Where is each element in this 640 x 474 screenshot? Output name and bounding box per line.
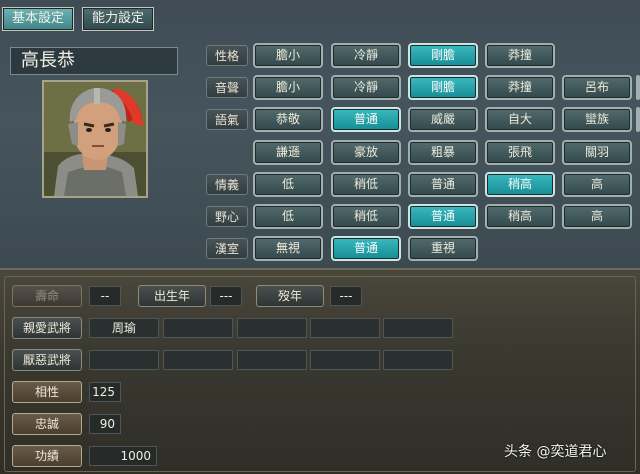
row-label-han: 漢室 — [206, 238, 248, 259]
liked-generals-label: 親愛武將 — [12, 317, 82, 339]
option-voice-reckless[interactable]: 莽撞 — [485, 75, 555, 100]
general-portrait — [42, 80, 148, 198]
option-personality-bold[interactable]: 剛膽 — [408, 43, 478, 68]
row-label-ambition: 野心 — [206, 206, 248, 227]
liked-general-slot-1[interactable]: 周瑜 — [89, 318, 159, 338]
option-tone-barbarian[interactable]: 蠻族 — [562, 107, 632, 132]
option-loyalty-slightly-high[interactable]: 稍高 — [485, 172, 555, 197]
option-ambition-low[interactable]: 低 — [253, 204, 323, 229]
option-personality-calm[interactable]: 冷靜 — [331, 43, 401, 68]
option-loyalty-high[interactable]: 高 — [562, 172, 632, 197]
row-label-loyalty: 情義 — [206, 174, 248, 195]
tab-ability-settings[interactable]: 能力設定 — [82, 7, 154, 31]
option-voice-overflow[interactable] — [636, 75, 640, 100]
option-tone-zhangfei[interactable]: 張飛 — [485, 140, 555, 165]
option-loyalty-low[interactable]: 低 — [253, 172, 323, 197]
option-voice-timid[interactable]: 膽小 — [253, 75, 323, 100]
option-tone-respectful[interactable]: 恭敬 — [253, 107, 323, 132]
birth-year-label: 出生年 — [138, 285, 206, 307]
option-tone-normal[interactable]: 普通 — [331, 107, 401, 132]
option-personality-timid[interactable]: 膽小 — [253, 43, 323, 68]
birth-year-value: --- — [210, 286, 242, 306]
compatibility-button[interactable]: 相性 — [12, 381, 82, 403]
row-label-voice: 音聲 — [206, 77, 248, 98]
disliked-general-slot-1[interactable] — [89, 350, 159, 370]
option-han-value[interactable]: 重視 — [408, 236, 478, 261]
row-label-tone: 語氣 — [206, 109, 248, 130]
liked-general-slot-5[interactable] — [383, 318, 453, 338]
merit-button[interactable]: 功績 — [12, 445, 82, 467]
disliked-general-slot-5[interactable] — [383, 350, 453, 370]
option-ambition-slightly-low[interactable]: 稍低 — [331, 204, 401, 229]
compatibility-value: 125 — [89, 382, 121, 402]
option-tone-overflow[interactable] — [636, 107, 640, 132]
option-tone-stern[interactable]: 威嚴 — [408, 107, 478, 132]
watermark: 头条 @奕道君心 — [504, 444, 607, 460]
death-year-label: 歿年 — [256, 285, 324, 307]
option-ambition-slightly-high[interactable]: 稍高 — [485, 204, 555, 229]
merit-value: 1000 — [89, 446, 157, 466]
general-name-field[interactable]: 高長恭 — [10, 47, 178, 75]
option-personality-reckless[interactable]: 莽撞 — [485, 43, 555, 68]
disliked-general-slot-2[interactable] — [163, 350, 233, 370]
loyalty-button[interactable]: 忠誠 — [12, 413, 82, 435]
row-label-personality: 性格 — [206, 45, 248, 66]
option-tone-bold[interactable]: 豪放 — [331, 140, 401, 165]
liked-general-slot-4[interactable] — [310, 318, 380, 338]
liked-general-slot-3[interactable] — [237, 318, 307, 338]
option-ambition-high[interactable]: 高 — [562, 204, 632, 229]
disliked-generals-label: 厭惡武將 — [12, 349, 82, 371]
option-tone-rough[interactable]: 粗暴 — [408, 140, 478, 165]
option-voice-lubu[interactable]: 呂布 — [562, 75, 632, 100]
liked-general-slot-2[interactable] — [163, 318, 233, 338]
option-tone-humble[interactable]: 謙遜 — [253, 140, 323, 165]
disliked-general-slot-3[interactable] — [237, 350, 307, 370]
option-tone-guanyu[interactable]: 關羽 — [562, 140, 632, 165]
lifespan-value: -- — [89, 286, 121, 306]
tab-basic-settings[interactable]: 基本設定 — [2, 7, 74, 31]
loyalty-value: 90 — [89, 414, 121, 434]
option-ambition-normal[interactable]: 普通 — [408, 204, 478, 229]
death-year-value: --- — [330, 286, 362, 306]
option-han-normal[interactable]: 普通 — [331, 236, 401, 261]
option-tone-arrogant[interactable]: 自大 — [485, 107, 555, 132]
option-loyalty-slightly-low[interactable]: 稍低 — [331, 172, 401, 197]
option-voice-calm[interactable]: 冷靜 — [331, 75, 401, 100]
option-loyalty-normal[interactable]: 普通 — [408, 172, 478, 197]
lifespan-button[interactable]: 壽命 — [12, 285, 82, 307]
option-han-ignore[interactable]: 無視 — [253, 236, 323, 261]
option-voice-bold[interactable]: 剛膽 — [408, 75, 478, 100]
disliked-general-slot-4[interactable] — [310, 350, 380, 370]
